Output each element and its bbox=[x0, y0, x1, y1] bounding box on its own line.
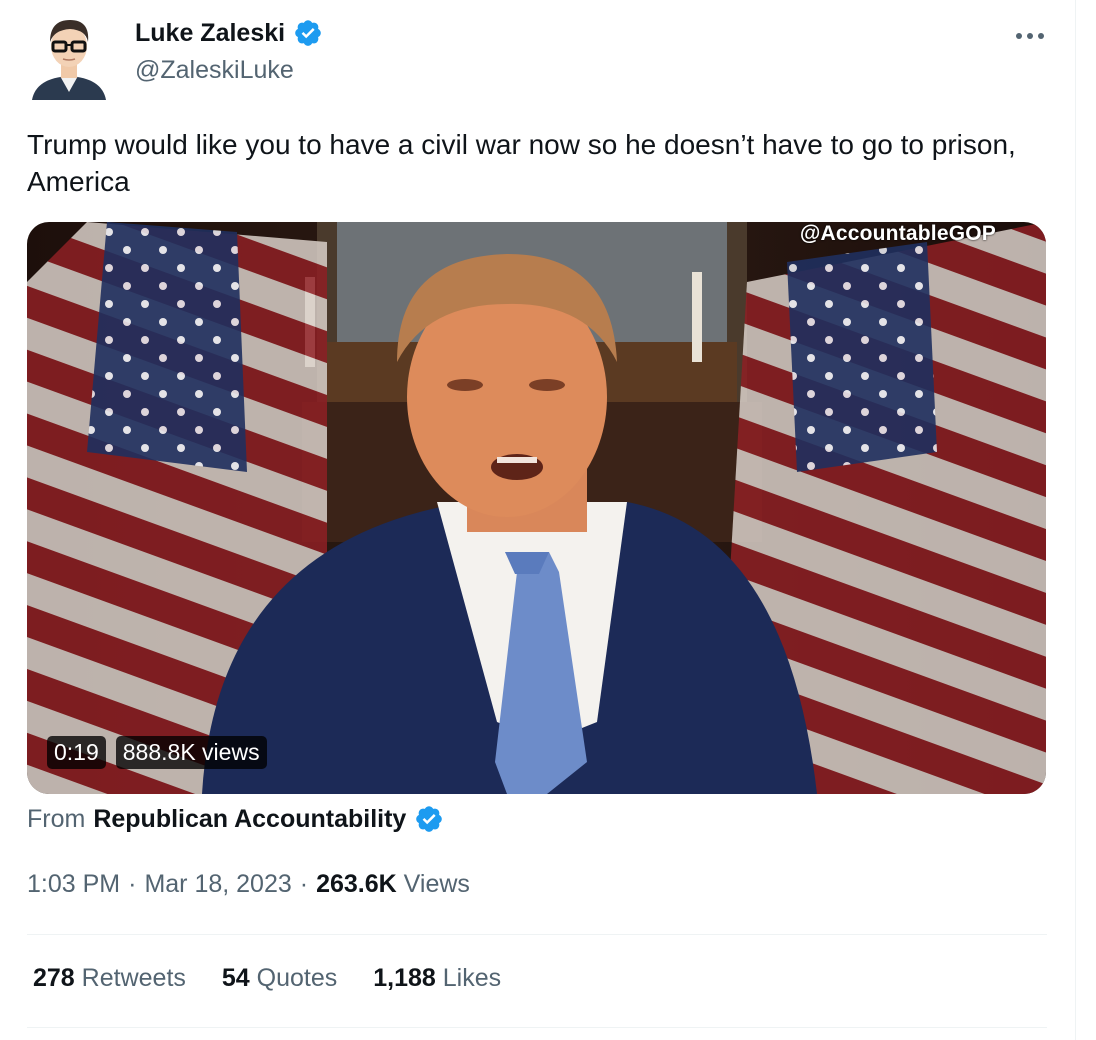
page-right-border bbox=[1075, 0, 1076, 1040]
quotes-label: Quotes bbox=[256, 964, 338, 992]
avatar-illustration bbox=[32, 20, 106, 100]
verified-badge-icon bbox=[414, 804, 444, 834]
retweets-label: Retweets bbox=[81, 964, 186, 992]
tweet-time[interactable]: 1:03 PM bbox=[27, 870, 120, 899]
media-attribution: From Republican Accountability bbox=[27, 804, 444, 834]
likes-label: Likes bbox=[442, 964, 502, 992]
video-player[interactable]: @AccountableGOP 0:19 888.8K views bbox=[27, 222, 1046, 794]
video-badges: 0:19 888.8K views bbox=[47, 736, 267, 769]
tweet-text: Trump would like you to have a civil war… bbox=[27, 129, 1016, 197]
meta-separator: · bbox=[299, 870, 309, 898]
verified-badge-icon bbox=[293, 18, 323, 48]
video-views: 888.8K views bbox=[115, 736, 267, 769]
views-count: 263.6K bbox=[316, 870, 397, 898]
avatar[interactable] bbox=[30, 12, 108, 100]
video-thumbnail bbox=[27, 222, 1046, 794]
video-watermark: @AccountableGOP bbox=[799, 222, 996, 245]
tweet-meta: 1:03 PM · Mar 18, 2023 · 263.6K Views bbox=[27, 870, 470, 899]
author-display-name[interactable]: Luke Zaleski bbox=[135, 19, 285, 48]
retweets-stat[interactable]: 278 Retweets bbox=[33, 964, 186, 993]
video-duration: 0:19 bbox=[47, 736, 106, 769]
author-handle[interactable]: @ZaleskiLuke bbox=[135, 56, 294, 85]
more-options-icon[interactable] bbox=[1012, 22, 1048, 50]
from-label: From bbox=[27, 804, 86, 833]
divider bbox=[27, 934, 1047, 935]
likes-count: 1,188 bbox=[373, 964, 436, 992]
divider bbox=[27, 1027, 1047, 1028]
retweets-count: 278 bbox=[33, 964, 75, 992]
tweet-date[interactable]: Mar 18, 2023 bbox=[144, 870, 291, 899]
author-name-row: Luke Zaleski bbox=[135, 18, 323, 48]
source-account-link[interactable]: Republican Accountability bbox=[93, 805, 406, 834]
quotes-count: 54 bbox=[221, 964, 250, 992]
meta-separator: · bbox=[128, 870, 137, 898]
likes-stat[interactable]: 1,188 Likes bbox=[373, 964, 501, 993]
views-label: Views bbox=[403, 870, 470, 898]
quotes-stat[interactable]: 54 Quotes bbox=[222, 964, 337, 993]
engagement-stats: 278 Retweets 54 Quotes 1,188 Likes bbox=[33, 964, 501, 993]
